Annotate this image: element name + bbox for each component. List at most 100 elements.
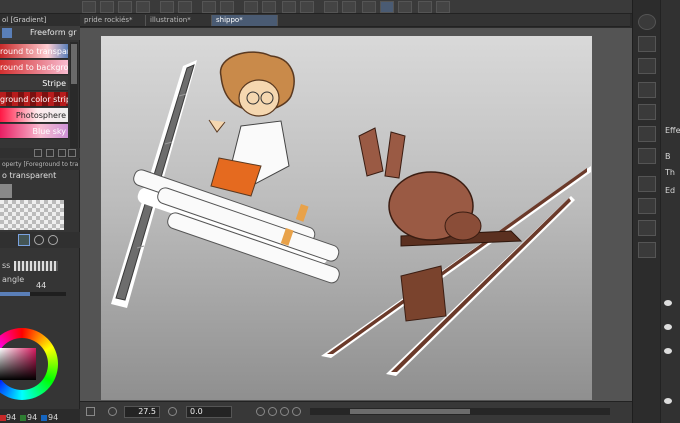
- tab-illustration[interactable]: illustration*: [146, 15, 212, 26]
- art-brown-figure: [358, 127, 482, 241]
- document-tabs: pride rockiés* illustration* shippo*: [80, 14, 630, 27]
- person-icon[interactable]: [638, 242, 656, 258]
- grid-icon[interactable]: [638, 220, 656, 236]
- layer-visibility-eye-icon[interactable]: [664, 300, 672, 306]
- gradient-item-photosphere[interactable]: Photosphere: [0, 108, 68, 123]
- layer-visibility-eye-icon[interactable]: [664, 324, 672, 330]
- val-marker-icon: [41, 415, 47, 421]
- undo-icon[interactable]: [202, 1, 216, 13]
- bucket-icon[interactable]: [324, 1, 338, 13]
- gradient-item-fg-to-transparent[interactable]: round to transparent: [0, 44, 68, 59]
- delete-icon[interactable]: [68, 149, 76, 157]
- image-icon[interactable]: [638, 198, 656, 214]
- val-value[interactable]: 94: [48, 412, 58, 423]
- reset-rotation-icon[interactable]: [280, 407, 289, 416]
- panel-header: ol [Gradient]: [0, 14, 80, 26]
- effect-label: Effe: [665, 126, 680, 135]
- artwork-illustration: [111, 51, 591, 376]
- repeat-preview[interactable]: [14, 261, 58, 271]
- clear-icon[interactable]: [244, 1, 258, 13]
- threshold-label: Th: [665, 168, 675, 177]
- gradient-item-fg-to-background[interactable]: round to background: [0, 60, 68, 75]
- circle-shape-icon[interactable]: [34, 235, 44, 245]
- home-icon[interactable]: [82, 1, 96, 13]
- sat-marker-icon: [20, 415, 26, 421]
- new-icon[interactable]: [46, 149, 54, 157]
- right-icon-column: [633, 0, 661, 423]
- top-toolbar: [0, 0, 680, 14]
- panel-x-icon[interactable]: [638, 104, 656, 120]
- gradient-preview: [0, 200, 64, 230]
- zoom-out-icon[interactable]: [108, 407, 117, 416]
- sat-value[interactable]: 94: [27, 412, 37, 423]
- open-file-icon[interactable]: [118, 1, 132, 13]
- status-bar: 27.5 0.0: [80, 401, 632, 423]
- transform-icon[interactable]: [300, 1, 314, 13]
- ellipse-shape-icon[interactable]: [48, 235, 58, 245]
- pen-icon[interactable]: [398, 1, 412, 13]
- gradient-item-bg-color-stripe[interactable]: ground color stripe: [0, 92, 68, 107]
- gradient-list-scrollbar[interactable]: [70, 42, 78, 148]
- tool-property-header: operty [Foreground to tra: [0, 160, 80, 170]
- cube-icon[interactable]: [418, 1, 432, 13]
- right-panel: Effe B Th Ed: [632, 0, 680, 423]
- rotation-input[interactable]: 0.0: [186, 406, 232, 418]
- layer-visibility-eye-icon[interactable]: [664, 398, 672, 404]
- layer-icon[interactable]: [638, 82, 656, 98]
- gradient-item-stripe[interactable]: Stripe: [0, 76, 68, 91]
- check-active-icon[interactable]: [380, 1, 394, 13]
- gradient-select[interactable]: o transparent: [0, 170, 70, 182]
- blend-label: B: [665, 152, 671, 161]
- new-file-icon[interactable]: [100, 1, 114, 13]
- layer-properties-strip: Effe B Th Ed: [663, 0, 680, 423]
- layer-visibility-eye-icon[interactable]: [664, 348, 672, 354]
- rotate-right-icon[interactable]: [268, 407, 277, 416]
- subtool-bar: Freeform gr: [0, 26, 80, 40]
- folder-icon[interactable]: [638, 176, 656, 192]
- angle-value[interactable]: 44: [36, 281, 46, 290]
- tab-pride-rockies[interactable]: pride rockiés*: [80, 15, 146, 26]
- layer-list-icon[interactable]: [638, 126, 656, 142]
- ruler-icon[interactable]: [342, 1, 356, 13]
- close-x-icon[interactable]: [638, 36, 656, 52]
- subtool-icon[interactable]: [2, 28, 12, 38]
- flip-icon[interactable]: [292, 407, 301, 416]
- rotate-left-icon[interactable]: [256, 407, 265, 416]
- art-character: [208, 51, 295, 197]
- shape-label: ss: [2, 261, 11, 270]
- tab-shippo[interactable]: shippo*: [212, 15, 278, 26]
- layer-property-icon[interactable]: [638, 58, 656, 74]
- clip-studio-window: pride rockiés* illustration* shippo* ol …: [0, 0, 680, 423]
- edge-label: Ed: [665, 186, 676, 195]
- angle-label: angle: [2, 275, 25, 284]
- canvas-workspace: [80, 28, 632, 401]
- help-icon[interactable]: [436, 1, 450, 13]
- horizontal-scrollbar[interactable]: [310, 408, 610, 415]
- subtool-label[interactable]: Freeform gr: [30, 27, 77, 39]
- subtool-actions: [0, 148, 80, 158]
- lock-icon[interactable]: [178, 1, 192, 13]
- rectangle-shape-icon[interactable]: [18, 234, 30, 246]
- hsv-readout: 94 94 94: [0, 412, 80, 423]
- clear-selection-icon[interactable]: [262, 1, 276, 13]
- redo-icon[interactable]: [220, 1, 234, 13]
- material-icon[interactable]: [638, 148, 656, 164]
- cloud-icon[interactable]: [160, 1, 174, 13]
- gradient-swatch[interactable]: [0, 184, 12, 198]
- zoom-in-icon[interactable]: [168, 407, 177, 416]
- copy-icon[interactable]: [34, 149, 42, 157]
- settings-icon[interactable]: [58, 149, 66, 157]
- saturation-value-box[interactable]: [0, 348, 36, 380]
- zoom-level-input[interactable]: 27.5: [124, 406, 160, 418]
- tool-panel: ol [Gradient] Freeform gr round to trans…: [0, 14, 80, 422]
- paste-icon[interactable]: [282, 1, 296, 13]
- check-icon[interactable]: [362, 1, 376, 13]
- hue-value[interactable]: 94: [6, 412, 16, 423]
- shape-selector: [0, 232, 80, 248]
- navigator-circle-icon[interactable]: [638, 14, 656, 30]
- save-icon[interactable]: [136, 1, 150, 13]
- navigator-icon[interactable]: [86, 407, 95, 416]
- gradient-item-blue-sky[interactable]: Blue sky: [0, 124, 68, 139]
- angle-slider[interactable]: [0, 292, 66, 296]
- drawing-canvas[interactable]: [101, 36, 592, 400]
